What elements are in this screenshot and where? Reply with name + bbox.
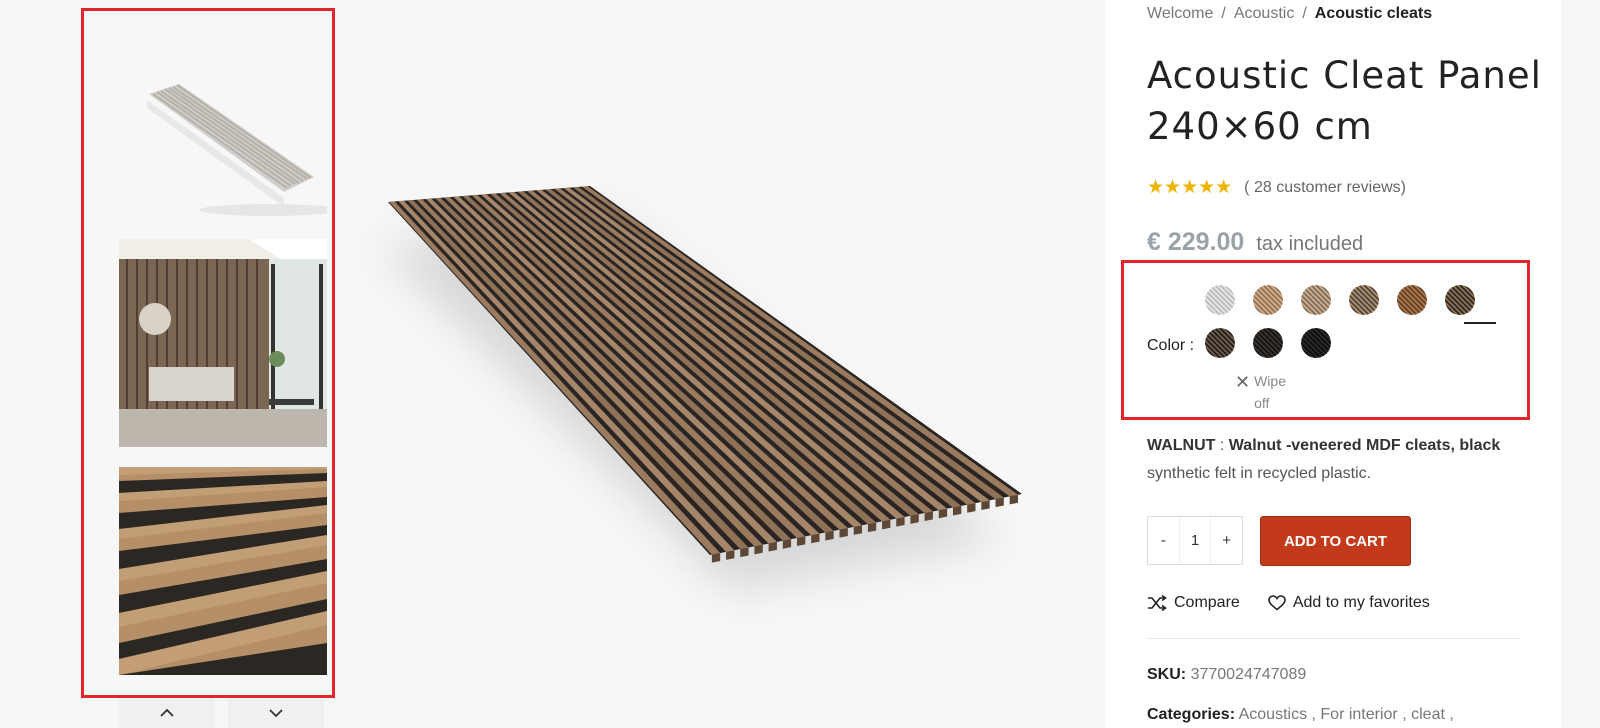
shuffle-icon	[1148, 595, 1167, 611]
panel-slat-edge	[882, 519, 891, 530]
panel-slat-edge	[754, 544, 763, 555]
color-label: Color :	[1147, 337, 1195, 354]
main-product-image[interactable]	[360, 150, 1060, 640]
panel-slat-edge	[796, 536, 806, 546]
quantity-input[interactable]: 1	[1178, 517, 1212, 564]
panel-slat-edge	[896, 516, 905, 527]
sku-row: SKU: 3770024747089	[1147, 666, 1306, 684]
panel-slat-edge	[924, 511, 933, 522]
wipe-off-label: Wipe off	[1254, 373, 1286, 411]
breadcrumb-separator: /	[1302, 5, 1307, 22]
reviews-label: customer reviews)	[1276, 178, 1407, 196]
heart-icon	[1268, 595, 1286, 611]
breadcrumb-welcome[interactable]: Welcome	[1147, 5, 1213, 22]
breadcrumb-acoustic[interactable]: Acoustic	[1234, 5, 1294, 22]
add-to-favorites-button[interactable]: Add to my favorites	[1268, 594, 1430, 612]
product-actions: Compare Add to my favorites	[1147, 594, 1458, 612]
add-to-cart-button[interactable]: ADD TO CART	[1260, 516, 1411, 566]
chevron-up-icon	[160, 708, 174, 717]
panel-slat-edge	[867, 522, 877, 533]
divider	[1147, 638, 1520, 639]
variant-separator: :	[1215, 437, 1229, 454]
color-swatch-natural-oak[interactable]	[1301, 285, 1331, 315]
categories-label: Categories:	[1147, 706, 1236, 723]
product-rating: ★★★★★ ( 28 customer reviews)	[1147, 176, 1406, 199]
sku-value: 3770024747089	[1190, 666, 1307, 683]
color-swatch-dark-walnut[interactable]	[1205, 328, 1235, 358]
chevron-down-icon	[269, 709, 283, 718]
reviews-open-paren: (	[1244, 178, 1250, 196]
thumbnail-panel-view[interactable]	[119, 32, 327, 222]
selected-swatch-indicator	[1464, 322, 1496, 324]
product-title: Acoustic Cleat Panel 240×60 cm	[1147, 54, 1542, 148]
color-swatch-black-oak[interactable]	[1253, 328, 1283, 358]
panel-slat-edge	[711, 553, 721, 563]
panel-slat-edge	[853, 525, 863, 535]
favorites-label: Add to my favorites	[1292, 594, 1430, 611]
panel-slat-edge	[825, 530, 834, 541]
panel-slat-edge	[938, 508, 948, 519]
color-swatch-light-oak[interactable]	[1253, 285, 1283, 315]
quantity-stepper: - 1 +	[1147, 516, 1243, 565]
panel-slat-edge	[981, 500, 990, 510]
category-link-acoustics[interactable]: Acoustics ,	[1239, 706, 1316, 723]
color-swatch-black[interactable]	[1301, 328, 1331, 358]
thumbnail-scroll-down-button[interactable]	[228, 698, 324, 728]
variant-description-rest: synthetic felt in recycled plastic.	[1147, 465, 1372, 482]
thumbnail-room-view[interactable]	[119, 239, 327, 447]
panel-slat-edge	[1009, 494, 1019, 505]
variant-description: WALNUT : Walnut -veneered MDF cleats, bl…	[1147, 432, 1537, 488]
rating-stars-icon: ★★★★★	[1147, 177, 1233, 198]
panel-slat-edge	[726, 550, 735, 560]
panel-slat-edge	[740, 547, 749, 558]
product-price: € 229.00	[1147, 228, 1245, 256]
panel-slat-edge	[995, 497, 1004, 508]
reviews-count: 28	[1253, 178, 1272, 196]
variant-name: WALNUT	[1147, 437, 1216, 454]
compare-button[interactable]: Compare	[1147, 594, 1240, 612]
price-row: € 229.00 tax included	[1147, 228, 1363, 257]
panel-slat-edge	[952, 505, 962, 516]
close-icon: ✕	[1235, 372, 1251, 392]
breadcrumb: Welcome / Acoustic / Acoustic cleats	[1147, 5, 1432, 23]
variant-description-bold: Walnut -veneered MDF cleats, black	[1228, 437, 1501, 454]
color-swatch-teak[interactable]	[1397, 285, 1427, 315]
breadcrumb-separator: /	[1221, 5, 1226, 22]
sku-label: SKU:	[1147, 666, 1187, 683]
color-swatch-white-oak[interactable]	[1205, 285, 1235, 315]
compare-label: Compare	[1174, 594, 1240, 611]
wipe-off-button[interactable]: ✕ Wipe off	[1235, 370, 1294, 414]
thumbnail-scroll-up-button[interactable]	[119, 698, 215, 728]
color-swatch-smoked-oak[interactable]	[1349, 285, 1379, 315]
category-link-cleat[interactable]: cleat ,	[1411, 706, 1454, 723]
panel-slat-edge	[768, 541, 777, 552]
color-swatch-walnut[interactable]	[1445, 285, 1475, 315]
panel-slat-edge	[910, 514, 919, 524]
category-link-interior[interactable]: For interior ,	[1320, 706, 1406, 723]
quantity-increase-button[interactable]: +	[1211, 517, 1242, 564]
reviews-link[interactable]: ( 28 customer reviews)	[1244, 179, 1406, 197]
panel-slat-edge	[967, 503, 976, 513]
panel-slat-edge	[782, 539, 792, 549]
panel-slat-edge	[839, 528, 848, 538]
thumbnail-closeup-view[interactable]	[119, 467, 327, 675]
breadcrumb-current: Acoustic cleats	[1314, 5, 1433, 22]
categories-row: Categories: Acoustics , For interior , c…	[1147, 706, 1454, 724]
tax-note: tax included	[1256, 233, 1364, 255]
quantity-decrease-button[interactable]: -	[1148, 517, 1179, 564]
panel-slat-edge	[811, 533, 820, 544]
